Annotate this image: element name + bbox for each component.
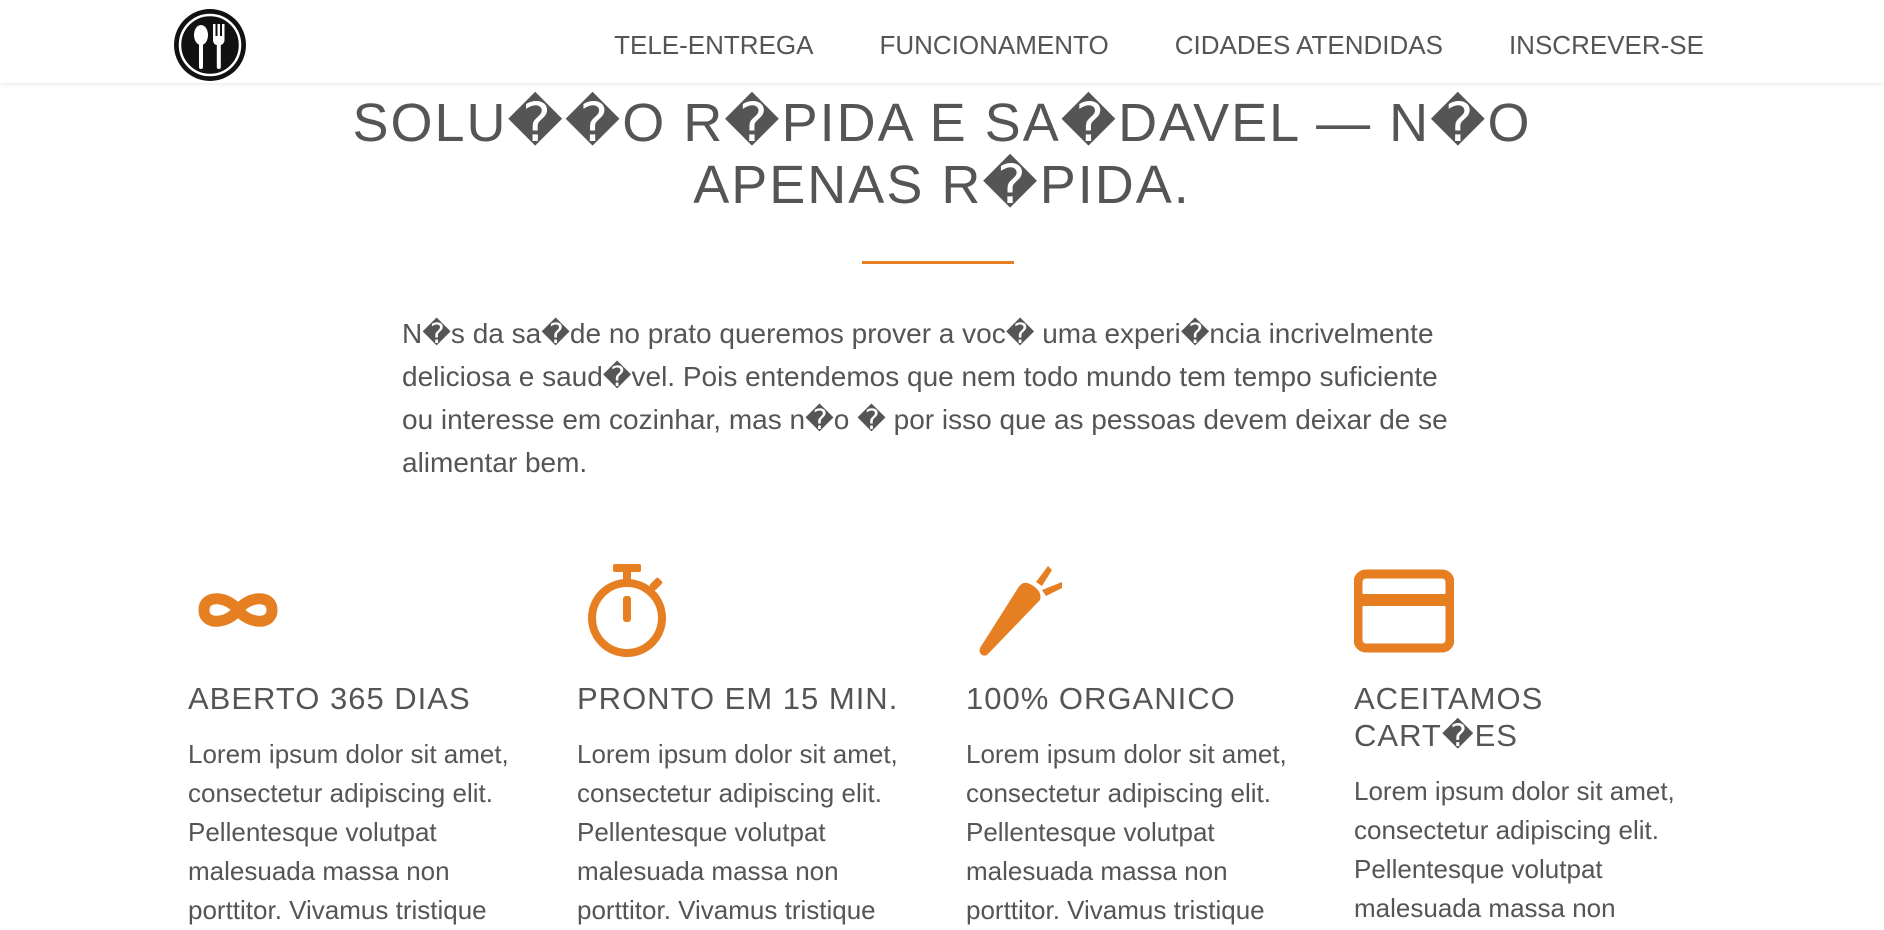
feature-text: Lorem ipsum dolor sit amet, consectetur … (577, 739, 898, 925)
feature-text: Lorem ipsum dolor sit amet, consectetur … (1354, 776, 1675, 923)
section-title: SOLU��O R�PIDA E SA�DAVEL — N�O APENAS R… (352, 93, 1532, 215)
navbar: TELE-ENTREGA FUNCIONAMENTO CIDADES ATEND… (0, 0, 1884, 83)
feature-organic: 100% ORGANICO Lorem ipsum dolor sit amet… (966, 560, 1306, 930)
feature-text: Lorem ipsum dolor sit amet, consectetur … (966, 739, 1287, 925)
feature-open-365: ABERTO 365 DIAS Lorem ipsum dolor sit am… (188, 560, 528, 930)
infinity-icon (198, 593, 278, 627)
fork-spoon-logo[interactable] (172, 7, 248, 83)
intro-paragraph: N�s da sa�de no prato queremos prover a … (402, 318, 1448, 478)
feature-title: 100% ORGANICO (966, 681, 1236, 716)
nav-link-funcionamento[interactable]: FUNCIONAMENTO (880, 30, 1109, 61)
nav-link-cidades-atendidas[interactable]: CIDADES ATENDIDAS (1175, 30, 1443, 61)
main-nav: TELE-ENTREGA FUNCIONAMENTO CIDADES ATEND… (548, 30, 1704, 61)
title-divider (862, 261, 1014, 264)
feature-title: ACEITAMOS CART�ES (1354, 681, 1544, 753)
feature-title: ABERTO 365 DIAS (188, 681, 471, 716)
credit-card-icon (1354, 569, 1454, 653)
feature-title: PRONTO EM 15 MIN. (577, 681, 899, 716)
feature-text: Lorem ipsum dolor sit amet, consectetur … (188, 739, 509, 925)
feature-ready-15-min: PRONTO EM 15 MIN. Lorem ipsum dolor sit … (577, 560, 917, 930)
nav-link-tele-entrega[interactable]: TELE-ENTREGA (614, 30, 813, 61)
feature-cards-accepted: ACEITAMOS CART�ES Lorem ipsum dolor sit … (1354, 560, 1694, 928)
carrot-icon (979, 566, 1062, 656)
stopwatch-icon (588, 564, 666, 657)
nav-link-inscrever-se[interactable]: INSCREVER-SE (1509, 30, 1704, 61)
